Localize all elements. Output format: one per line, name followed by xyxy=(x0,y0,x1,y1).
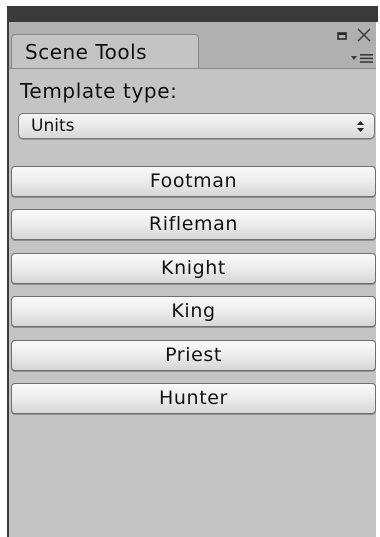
tab-scene-tools[interactable]: Scene Tools xyxy=(11,34,199,68)
template-type-dropdown[interactable]: Units xyxy=(18,113,375,139)
template-type-value: Units xyxy=(31,116,75,136)
window-top-bar xyxy=(9,6,378,22)
rifleman-button[interactable]: Rifleman xyxy=(11,209,376,240)
maximize-icon[interactable] xyxy=(337,32,347,40)
knight-button[interactable]: Knight xyxy=(11,253,376,284)
dropdown-arrows-icon xyxy=(357,121,364,132)
close-icon[interactable] xyxy=(356,27,372,43)
template-type-label: Template type: xyxy=(20,79,178,103)
scene-tools-window: Scene Tools Template type: Units Footman xyxy=(7,6,378,537)
tab-strip: Scene Tools xyxy=(9,22,376,69)
panel-content: Template type: Units Footman Rifleman Kn… xyxy=(9,69,376,537)
priest-button[interactable]: Priest xyxy=(11,340,376,371)
footman-button[interactable]: Footman xyxy=(11,166,376,197)
hunter-button[interactable]: Hunter xyxy=(11,383,376,414)
king-button[interactable]: King xyxy=(11,296,376,327)
menu-icon[interactable] xyxy=(350,52,374,64)
tab-title: Scene Tools xyxy=(25,40,148,64)
